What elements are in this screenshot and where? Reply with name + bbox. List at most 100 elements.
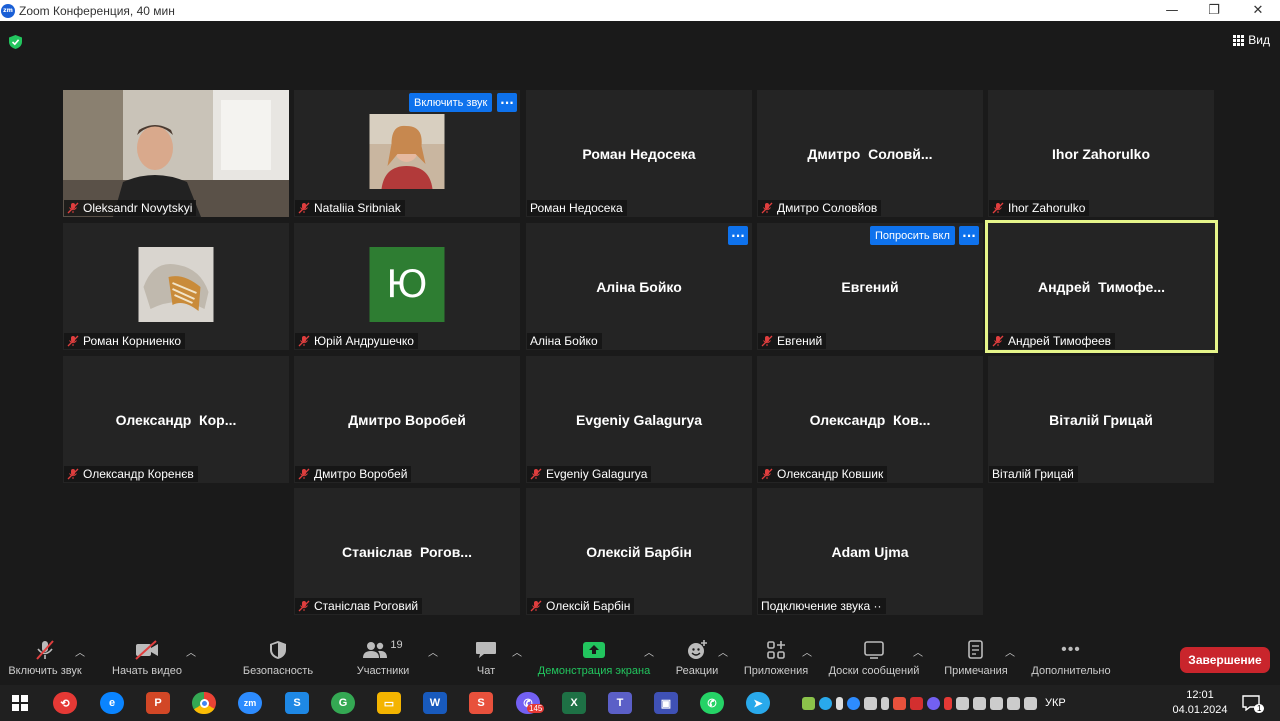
notes-label: Примечания <box>944 665 1008 677</box>
more-options-button[interactable]: ··· <box>728 226 748 245</box>
apps-options-caret-icon[interactable]: ︿ <box>802 644 812 659</box>
slides-app-icon[interactable]: S <box>469 692 493 714</box>
chat-options-caret-icon[interactable]: ︿ <box>512 644 522 659</box>
microphone-tray-icon[interactable] <box>836 696 843 710</box>
unmute-request-button[interactable]: Включить звук <box>409 93 493 112</box>
volume-tray-icon[interactable] <box>1007 696 1020 710</box>
share-options-caret-icon[interactable]: ︿ <box>644 644 654 659</box>
whatsapp-app-icon[interactable]: ✆ <box>700 692 724 714</box>
teams-app-icon[interactable]: T <box>608 692 632 714</box>
participant-name: Oleksandr Novytskyi <box>83 201 193 215</box>
participant-tile[interactable]: Роман Корниенко <box>63 223 289 350</box>
excel-app-icon[interactable]: X <box>562 692 586 714</box>
reactions-options-caret-icon[interactable]: ︿ <box>718 644 728 659</box>
participants-button[interactable]: 19 Участники <box>350 636 416 685</box>
pdf-tray-icon[interactable] <box>910 696 923 710</box>
bluetooth-tray-icon[interactable] <box>990 696 1003 710</box>
participant-tile[interactable]: Evgeniy Galagurya Evgeniy Galagurya <box>526 356 752 483</box>
title-bar: zm Zoom Конференция, 40 мин — ❐ ✕ <box>0 0 1280 21</box>
whiteboards-button[interactable]: Доски сообщений <box>822 636 926 685</box>
participants-options-caret-icon[interactable]: ︿ <box>428 644 438 659</box>
participant-label: Подключение звука ·· <box>758 598 886 614</box>
participant-tile[interactable]: Олександр Ков... Олександр Ковшик <box>757 356 983 483</box>
telegram-tray-icon[interactable] <box>819 696 832 710</box>
slides-tray-icon[interactable] <box>893 696 906 710</box>
battery-tray-icon[interactable] <box>956 696 969 710</box>
participant-tile[interactable]: Олександр Кор... Олександр Коренєв <box>63 356 289 483</box>
zoom-app-icon[interactable]: zm <box>238 692 262 714</box>
video-options-caret-icon[interactable]: ︿ <box>186 644 196 659</box>
notes-button[interactable]: Примечания <box>940 636 1012 685</box>
share-screen-button[interactable]: Демонстрация экрана <box>532 636 656 685</box>
encryption-shield-icon[interactable] <box>9 35 22 49</box>
reactions-label: Реакции <box>675 665 719 677</box>
participant-tile[interactable]: Станіслав Рогов... Станіслав Роговий <box>294 488 520 615</box>
unmute-button[interactable]: Включить звук <box>6 636 84 685</box>
input-language[interactable]: УКР <box>1045 697 1066 709</box>
participant-tile[interactable]: Віталій Грицай Віталій Грицай <box>988 356 1214 483</box>
whiteboards-options-caret-icon[interactable]: ︿ <box>913 644 923 659</box>
anydesk-app-icon[interactable]: ⟲ <box>53 692 77 714</box>
network-tray-icon[interactable] <box>973 696 986 710</box>
more-options-button[interactable]: ··· <box>497 93 517 112</box>
participant-label: Роман Недосека <box>527 200 627 216</box>
microphone-muted-icon <box>530 468 542 480</box>
participant-tile[interactable]: ··· Аліна Бойко Аліна Бойко <box>526 223 752 350</box>
minimize-button[interactable]: — <box>1150 0 1194 21</box>
view-button[interactable]: Вид <box>1233 33 1270 47</box>
usb-tray-icon[interactable] <box>881 696 889 710</box>
check-tray-icon[interactable] <box>802 696 815 710</box>
microphone-muted-icon <box>530 600 542 612</box>
zoom-tray-icon[interactable] <box>847 696 860 710</box>
ask-to-unmute-button[interactable]: Попросить вкл <box>870 226 955 245</box>
skype-s-app-icon[interactable]: S <box>285 692 309 714</box>
microphone-muted-icon <box>298 600 310 612</box>
close-button[interactable]: ✕ <box>1236 0 1280 21</box>
windows-start-icon[interactable] <box>8 692 32 714</box>
more-button[interactable]: ••• Дополнительно <box>1026 636 1116 685</box>
start-video-button[interactable]: Начать видео <box>108 636 186 685</box>
chrome-browser-icon[interactable] <box>192 692 216 714</box>
notes-options-caret-icon[interactable]: ︿ <box>1005 644 1015 659</box>
participant-tile[interactable]: Adam Ujma Подключение звука ·· <box>757 488 983 615</box>
viber-tray-icon[interactable] <box>927 696 940 710</box>
speaker-muted-tray-icon[interactable] <box>944 696 952 710</box>
more-label: Дополнительно <box>1031 665 1111 677</box>
edge-browser-icon[interactable]: e <box>100 692 124 714</box>
participant-tile[interactable]: Олексій Барбін Олексій Барбін <box>526 488 752 615</box>
participant-avatar: Ю <box>369 247 445 322</box>
participant-tile[interactable]: Ihor Zahorulko Ihor Zahorulko <box>988 90 1214 217</box>
file-explorer-icon[interactable]: ▭ <box>377 692 401 714</box>
participant-tile[interactable]: Ю Юрій Андрушечко <box>294 223 520 350</box>
active-speaker-tile[interactable]: Андрей Тимофе... Андрей Тимофеев <box>985 220 1218 353</box>
audio-options-caret-icon[interactable]: ︿ <box>75 644 85 659</box>
notification-badge: 1 <box>1254 704 1265 713</box>
participants-count: 19 <box>390 639 403 651</box>
telegram-app-icon[interactable]: ➤ <box>746 692 770 714</box>
windows-taskbar: ⟲ e P zm S G ▭ W S ✆ 145 X T ▣ ✆ ➤ УКР 1… <box>0 685 1280 721</box>
display-tray-icon[interactable] <box>864 696 877 710</box>
participant-tile[interactable]: Попросить вкл ··· Евгений Евгений <box>757 223 983 350</box>
maximize-button[interactable]: ❐ <box>1192 0 1236 21</box>
participant-display-name: Adam Ujma <box>831 543 909 560</box>
participant-name: Андрей Тимофеев <box>1008 334 1112 348</box>
more-options-button[interactable]: ··· <box>959 226 979 245</box>
powerpoint-icon[interactable]: P <box>146 692 170 714</box>
participant-display-name: Олексій Барбін <box>586 543 692 560</box>
security-button[interactable]: Безопасность <box>238 636 318 685</box>
word-app-icon[interactable]: W <box>423 692 447 714</box>
chat-button[interactable]: Чат <box>466 636 506 685</box>
participant-label: Станіслав Роговий <box>295 598 423 614</box>
participant-tile[interactable]: Дмитро Соловй... Дмитро Соловйов <box>757 90 983 217</box>
taskbar-clock[interactable]: 12:01 04.01.2024 <box>1168 688 1232 718</box>
participant-tile[interactable]: Oleksandr Novytskyi <box>63 90 289 217</box>
reactions-button[interactable]: Реакции <box>672 636 722 685</box>
wifi-tray-icon[interactable] <box>1024 696 1037 710</box>
end-meeting-button[interactable]: Завершение <box>1180 647 1270 673</box>
save-floppy-app-icon[interactable]: ▣ <box>654 692 678 714</box>
chat-label: Чат <box>476 665 496 677</box>
participant-tile[interactable]: Включить звук ··· Nataliia Sribniak <box>294 90 520 217</box>
participant-tile[interactable]: Дмитро Воробей Дмитро Воробей <box>294 356 520 483</box>
participant-tile[interactable]: Роман Недосека Роман Недосека <box>526 90 752 217</box>
chrome-profile-icon[interactable]: G <box>331 692 355 714</box>
